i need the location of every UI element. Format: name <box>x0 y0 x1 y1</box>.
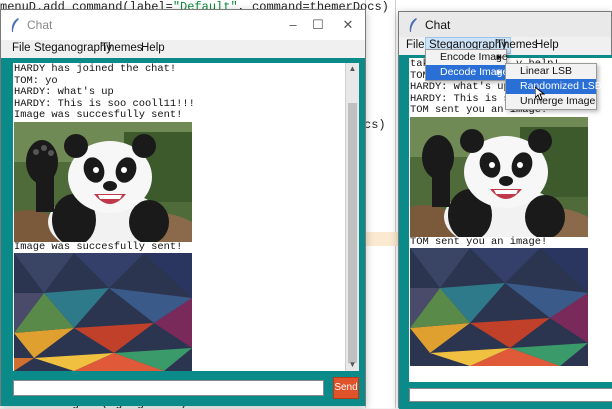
message-input[interactable] <box>409 388 612 402</box>
feather-icon <box>11 18 19 32</box>
chat-message: HARDY: what's up <box>14 86 114 98</box>
menu-bar: File Steganography Themes Help <box>1 40 365 58</box>
menu-file[interactable]: File <box>403 39 428 51</box>
menu-item-linear-lsb[interactable]: Linear LSB <box>506 64 596 79</box>
title-bar[interactable]: Chat <box>399 12 611 37</box>
menu-item-randomized-lsb[interactable]: Randomized LSB <box>506 79 602 94</box>
menu-item-encode-image[interactable]: Encode Image ▶ <box>426 50 508 65</box>
title-bar[interactable]: Chat – ☐ ✕ <box>1 10 365 40</box>
low-poly-abstract-image <box>14 253 192 371</box>
chat-message: TOM sent you an image! <box>410 235 548 248</box>
menu-item-unmerge-image[interactable]: Unmerge Image <box>506 94 596 109</box>
mouse-cursor-icon <box>535 87 545 101</box>
panda-waving-image <box>410 116 588 237</box>
window-title: Chat <box>425 18 451 32</box>
menu-help[interactable]: Help <box>138 42 168 54</box>
chat-window-left: Chat – ☐ ✕ File Steganography Themes Hel… <box>0 9 366 406</box>
minimize-icon[interactable]: – <box>279 14 307 36</box>
chat-message: Image was succesfully sent! <box>14 240 183 253</box>
chat-scrollbar[interactable]: ▲ ▼ <box>345 63 359 371</box>
submenu-arrow-icon: ▶ <box>496 54 502 61</box>
menu-help[interactable]: Help <box>532 39 562 51</box>
feather-icon <box>409 18 417 32</box>
code-line: cs) <box>364 118 386 132</box>
message-input[interactable] <box>13 380 324 396</box>
submenu-arrow-icon: ▶ <box>496 69 502 76</box>
scroll-thumb[interactable] <box>348 103 357 363</box>
scroll-up-icon[interactable]: ▲ <box>346 63 359 75</box>
steganography-menu: Encode Image ▶ Decode Image ▶ <box>425 49 508 81</box>
decode-image-submenu: Linear LSB Randomized LSB Unmerge Image <box>505 63 602 110</box>
menu-item-decode-image[interactable]: Decode Image ▶ <box>426 65 508 80</box>
window-title: Chat <box>27 18 53 32</box>
chat-window-right: Chat File Steganography Themes Help tak … <box>398 11 612 409</box>
close-icon[interactable]: ✕ <box>334 14 362 36</box>
low-poly-abstract-image <box>410 248 588 366</box>
scroll-down-icon[interactable]: ▼ <box>346 359 359 371</box>
menu-file[interactable]: File <box>9 42 34 54</box>
chat-message: HARDY has joined the chat! <box>14 63 177 75</box>
editor-column-guide <box>395 0 396 408</box>
panda-waving-image <box>14 121 192 242</box>
maximize-icon[interactable]: ☐ <box>304 14 332 36</box>
chat-log[interactable]: HARDY has joined the chat! TOM: yo HARDY… <box>13 63 359 371</box>
chat-message: Image was succesfully sent! <box>14 109 183 121</box>
send-button[interactable]: Send <box>333 377 359 399</box>
